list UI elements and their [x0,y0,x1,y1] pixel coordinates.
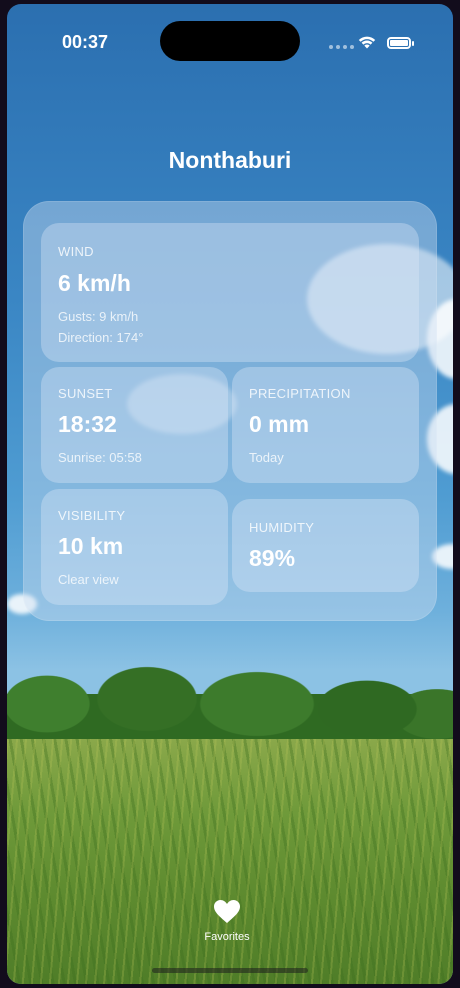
humidity-label: HUMIDITY [249,520,315,535]
precipitation-card[interactable]: PRECIPITATION 0 mm Today [232,367,419,483]
weather-details-panel: WIND 6 km/h Gusts: 9 km/h Direction: 174… [23,201,437,621]
wind-value: 6 km/h [58,270,131,296]
precipitation-period: Today [249,450,284,465]
visibility-description: Clear view [58,572,119,587]
wifi-icon [358,36,376,49]
visibility-label: VISIBILITY [58,508,126,523]
heart-icon [214,900,240,923]
sunset-label: SUNSET [58,386,113,401]
precipitation-value: 0 mm [249,411,310,437]
phone-screen: 00:37 Nonthaburi WIND 6 km/h Gusts: 9 km… [7,4,453,984]
grass-field [7,739,453,984]
cellular-signal-icon [329,45,354,49]
dynamic-island [160,21,300,61]
favorites-tab[interactable]: Favorites [197,899,257,943]
home-indicator[interactable] [152,968,308,973]
battery-icon [387,37,414,49]
precipitation-label: PRECIPITATION [249,386,351,401]
humidity-card[interactable]: HUMIDITY 89% [232,499,419,592]
favorites-label: Favorites [204,931,250,943]
status-time: 00:37 [62,32,109,52]
wind-gusts: Gusts: 9 km/h [58,309,139,324]
wind-label: WIND [58,244,94,259]
humidity-value: 89% [249,545,296,571]
visibility-card[interactable]: VISIBILITY 10 km Clear view [41,489,228,605]
wind-card[interactable]: WIND 6 km/h Gusts: 9 km/h Direction: 174… [41,223,419,362]
sunset-card[interactable]: SUNSET 18:32 Sunrise: 05:58 [41,367,228,483]
sunset-value: 18:32 [58,411,117,437]
wind-direction: Direction: 174° [58,330,144,345]
city-title: Nonthaburi [168,147,292,173]
sunrise-text: Sunrise: 05:58 [58,450,142,465]
visibility-value: 10 km [58,533,124,559]
